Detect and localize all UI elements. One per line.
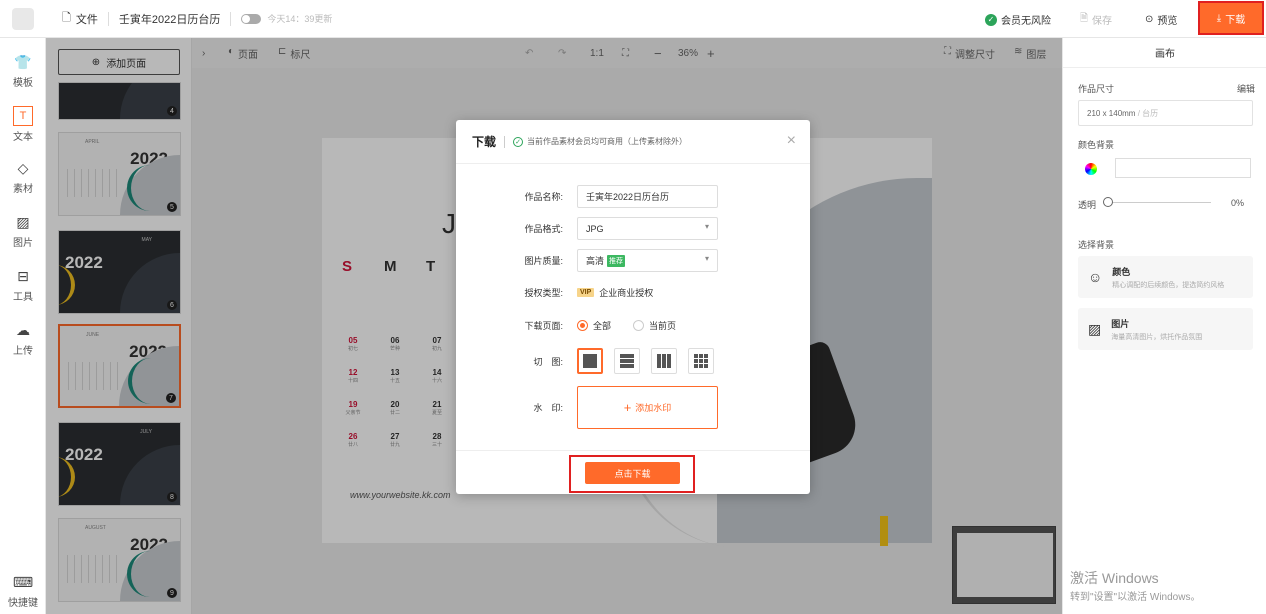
file-menu[interactable]: 🗋 文件 [62, 9, 98, 28]
save-button[interactable]: 🗎 保存 [1080, 0, 1112, 38]
left-nav: 👕 模板 T 文本 ◇ 素材 ▨ 图片 ⊟ 工具 ☁ 上传 ⌨ 快捷键 [0, 38, 46, 614]
nav-template[interactable]: 👕 模板 [0, 52, 46, 90]
windows-activation-watermark: 激活 Windows 转到"设置"以激活 Windows。 [1070, 570, 1201, 603]
palette-icon: ☺ [1088, 269, 1103, 285]
name-input[interactable]: 壬寅年2022日历台历 [577, 185, 718, 208]
nav-upload[interactable]: ☁ 上传 [0, 320, 46, 358]
text-icon: T [13, 106, 33, 126]
format-select[interactable]: JPG ▾ [577, 217, 718, 240]
opacity-slider[interactable] [1107, 202, 1211, 203]
bg-color-label: 颜色背景 [1078, 140, 1115, 150]
nav-image[interactable]: ▨ 图片 [0, 212, 46, 250]
chevron-down-icon: ▾ [704, 222, 709, 231]
format-row: 作品格式: JPG ▾ [456, 217, 810, 240]
size-label: 作品尺寸 [1078, 84, 1115, 94]
quality-row: 图片质量: 高清 推荐 ▾ [456, 249, 810, 272]
cut-whole-button[interactable] [577, 348, 603, 374]
name-row: 作品名称: 壬寅年2022日历台历 [456, 185, 810, 208]
chevron-down-icon: ▾ [704, 254, 709, 263]
member-risk-badge[interactable]: ✓ 会员无风险 [985, 12, 1051, 27]
add-watermark-button[interactable]: + 添加水印 [577, 386, 718, 429]
color-wheel-icon[interactable] [1085, 163, 1097, 175]
recommended-badge: 推荐 [607, 254, 626, 267]
license-row: 授权类型: VIP 企业商业授权 [524, 288, 654, 298]
play-icon: ⊙ [1145, 13, 1154, 25]
download-icon: ⤓ [1216, 12, 1222, 24]
autosave-status: 今天14：39更新 [267, 14, 333, 24]
choose-bg-label: 选择背景 [1078, 240, 1115, 250]
pages-row: 下载页面: 全部 当前页 [524, 319, 677, 332]
file-icon: 🗋 [62, 12, 71, 24]
nav-tools[interactable]: ⊟ 工具 [0, 266, 46, 304]
radio-current-page[interactable]: 当前页 [633, 319, 676, 332]
opacity-value: 0% [1231, 198, 1245, 208]
dialog-title: 下载 [472, 135, 497, 149]
cut-columns-button[interactable] [651, 348, 677, 374]
image-icon: ▨ [16, 213, 30, 230]
shortcut-keys[interactable]: ⌨ 快捷键 [0, 572, 46, 610]
download-dialog: 下载 ✓ 当前作品素材会员均可商用（上传素材除外） × 作品名称: 壬寅年202… [456, 120, 810, 494]
opacity-label: 透明 [1078, 200, 1097, 210]
check-icon: ✓ [985, 13, 997, 26]
check-circle-icon: ✓ [513, 136, 524, 147]
license-value: 企业商业授权 [599, 288, 654, 298]
preview-button[interactable]: ⊙ 预览 [1145, 0, 1177, 38]
top-bar: 🗋 文件 壬寅年2022日历台历 今天14：39更新 ✓ 会员无风险 🗎 保存 … [0, 0, 1266, 38]
opacity-handle[interactable] [1103, 197, 1113, 207]
upload-icon: ☁ [16, 321, 30, 338]
save-icon: 🗎 [1080, 12, 1089, 24]
size-field[interactable]: 210 x 140mm / 台历 [1078, 100, 1253, 126]
confirm-download-button[interactable]: 点击下载 [585, 462, 680, 484]
plus-icon: + [623, 400, 632, 415]
autosave-toggle[interactable] [241, 13, 262, 24]
bg-image-card[interactable]: ▨ 图片 海量高清图片，烘托作品氛围 [1078, 308, 1253, 350]
dialog-header: 下载 ✓ 当前作品素材会员均可商用（上传素材除外） × [456, 120, 810, 164]
watermark-row: 水 印: + 添加水印 [456, 386, 810, 429]
app-logo[interactable] [0, 0, 46, 38]
vip-badge: VIP [577, 288, 595, 297]
nav-material[interactable]: ◇ 素材 [0, 158, 46, 196]
image-icon: ▨ [1088, 320, 1102, 337]
document-title[interactable]: 壬寅年2022日历台历 [119, 11, 220, 27]
cut-row: 切 图: [456, 348, 810, 374]
template-icon: 👕 [14, 53, 32, 70]
cut-rows-button[interactable] [614, 348, 640, 374]
material-icon: ◇ [17, 159, 29, 176]
nav-text[interactable]: T 文本 [0, 106, 46, 143]
panel-title: 画布 [1063, 38, 1266, 68]
download-button[interactable]: ⤓ 下载 [1198, 1, 1264, 35]
cut-grid-button[interactable] [688, 348, 714, 374]
bg-color-card[interactable]: ☺ 颜色 精心调配的后续颜色，提选简约风格 [1078, 256, 1253, 298]
quality-select[interactable]: 高清 推荐 ▾ [577, 249, 718, 272]
keyboard-icon: ⌨ [12, 573, 34, 590]
close-icon[interactable]: × [787, 132, 796, 150]
right-panel: 画布 作品尺寸 编辑 210 x 140mm / 台历 颜色背景 透明 0% 选… [1062, 38, 1266, 614]
edit-size-link[interactable]: 编辑 [1237, 82, 1255, 95]
dialog-subtitle: ✓ 当前作品素材会员均可商用（上传素材除外） [513, 136, 687, 147]
dialog-footer: 点击下载 [456, 450, 810, 494]
radio-all-pages[interactable]: 全部 [577, 319, 611, 332]
toolbox-icon: ⊟ [17, 267, 29, 284]
color-input[interactable] [1115, 158, 1251, 178]
